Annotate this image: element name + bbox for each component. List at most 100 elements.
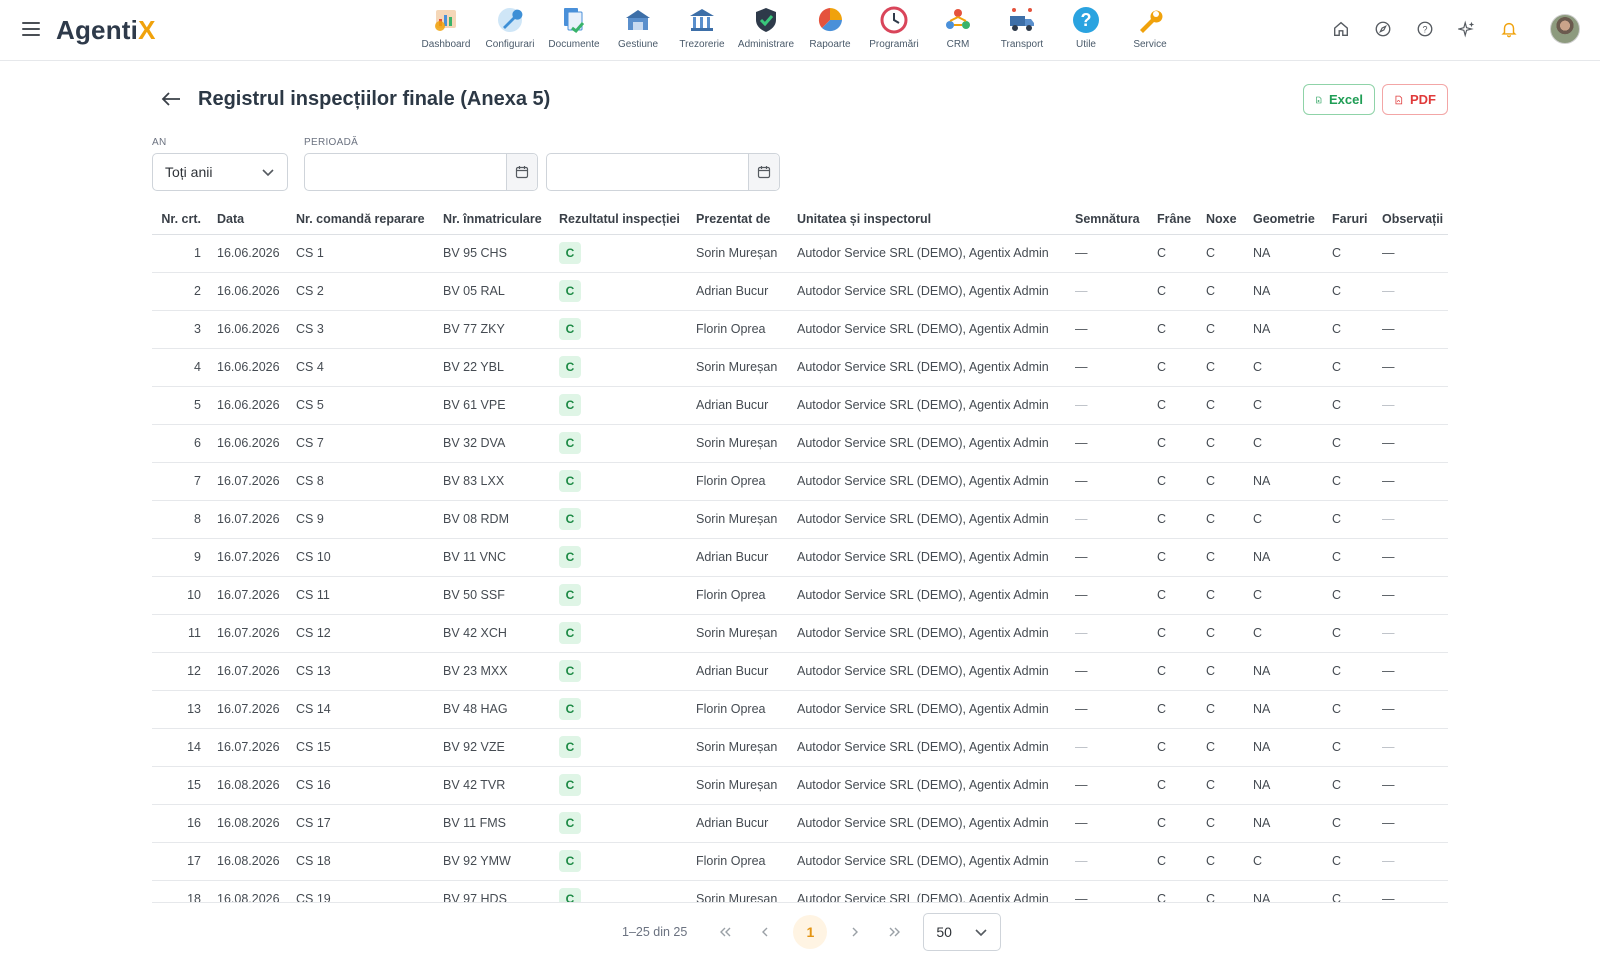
- module-utile[interactable]: ? Utile: [1054, 4, 1118, 60]
- table-row[interactable]: 7 16.07.2026 CS 8 BV 83 LXX C Florin Oprea Aut…: [152, 462, 1448, 501]
- module-documente[interactable]: Documente: [542, 4, 606, 60]
- row-number: 1: [152, 234, 207, 273]
- headlights-result: C: [1322, 538, 1372, 577]
- table-row[interactable]: 10 16.07.2026 CS 11 BV 50 SSF C Florin Oprea A…: [152, 576, 1448, 615]
- module-trezorerie[interactable]: Trezorerie: [670, 4, 734, 60]
- column-header[interactable]: Frâne: [1147, 205, 1196, 235]
- module-transport[interactable]: Transport: [990, 4, 1054, 60]
- result-badge: C: [559, 356, 581, 378]
- date-to-input[interactable]: [547, 154, 748, 190]
- inspection-date: 16.07.2026: [207, 576, 286, 615]
- column-header[interactable]: Data: [207, 205, 286, 235]
- column-header[interactable]: Nr. înmatriculare: [433, 205, 549, 235]
- notification-bell-icon[interactable]: [1498, 18, 1520, 40]
- sparkle-ai-icon[interactable]: [1456, 18, 1478, 40]
- app-logo[interactable]: AgentiX: [56, 15, 156, 46]
- column-header[interactable]: Semnătura: [1065, 205, 1147, 235]
- unit-and-inspector: Autodor Service SRL (DEMO), Agentix Admi…: [787, 728, 1065, 767]
- repair-order-number: CS 8: [286, 462, 433, 501]
- empty-value: —: [1382, 474, 1395, 488]
- empty-value: —: [1382, 246, 1395, 260]
- table-row[interactable]: 2 16.06.2026 CS 2 BV 05 RAL C Adrian Bucur Aut…: [152, 272, 1448, 311]
- plate-number: BV 11 FMS: [433, 804, 549, 843]
- user-avatar[interactable]: [1550, 14, 1580, 44]
- geometry-result: NA: [1243, 728, 1322, 767]
- row-number: 7: [152, 462, 207, 501]
- module-crm[interactable]: CRM: [926, 4, 990, 60]
- repair-order-number: CS 5: [286, 386, 433, 425]
- table-row[interactable]: 17 16.08.2026 CS 18 BV 92 YMW C Florin Oprea A…: [152, 842, 1448, 881]
- home-icon[interactable]: [1330, 18, 1352, 40]
- menu-icon[interactable]: [22, 22, 40, 36]
- module-rapoarte[interactable]: Rapoarte: [798, 4, 862, 60]
- module-configurari[interactable]: Configurari: [478, 4, 542, 60]
- current-page-button[interactable]: 1: [793, 915, 828, 949]
- export-pdf-button[interactable]: PDF: [1382, 84, 1448, 115]
- signature: —: [1065, 576, 1147, 615]
- compass-icon[interactable]: [1372, 18, 1394, 40]
- warehouse-icon: [626, 10, 650, 30]
- table-row[interactable]: 3 16.06.2026 CS 3 BV 77 ZKY C Florin Oprea Aut…: [152, 310, 1448, 349]
- headlights-result: C: [1322, 424, 1372, 463]
- plate-number: BV 92 VZE: [433, 728, 549, 767]
- column-header[interactable]: Nr. comandă reparare: [286, 205, 433, 235]
- calendar-icon[interactable]: [748, 154, 779, 190]
- table-row[interactable]: 18 16.08.2026 CS 19 BV 97 HDS C Sorin Mureșan…: [152, 880, 1448, 902]
- table-row[interactable]: 12 16.07.2026 CS 13 BV 23 MXX C Adrian Bucur A…: [152, 652, 1448, 691]
- inspection-date: 16.08.2026: [207, 766, 286, 805]
- inspection-date: 16.06.2026: [207, 348, 286, 387]
- table-row[interactable]: 4 16.06.2026 CS 4 BV 22 YBL C Sorin Mureșan Au…: [152, 348, 1448, 387]
- column-header[interactable]: Observații: [1372, 205, 1448, 235]
- period-filter-label: PERIOADĂ: [304, 137, 359, 148]
- observations: —: [1372, 576, 1448, 615]
- module-administrare[interactable]: Administrare: [734, 4, 798, 60]
- plate-number: BV 92 YMW: [433, 842, 549, 881]
- prev-page-icon[interactable]: [750, 917, 780, 947]
- emissions-result: C: [1196, 842, 1243, 881]
- empty-value: —: [1382, 854, 1395, 868]
- inspection-result: C: [549, 690, 686, 729]
- signature: —: [1065, 804, 1147, 843]
- pagination: 1–25 din 25 1 50: [622, 913, 1002, 951]
- presented-by: Sorin Mureșan: [686, 728, 787, 767]
- signature: —: [1065, 234, 1147, 273]
- date-from-input[interactable]: [305, 154, 506, 190]
- calendar-icon[interactable]: [506, 154, 537, 190]
- back-arrow-icon[interactable]: [160, 90, 182, 108]
- year-select[interactable]: Toți anii: [152, 153, 288, 191]
- next-page-icon[interactable]: [840, 917, 870, 947]
- table-row[interactable]: 11 16.07.2026 CS 12 BV 42 XCH C Sorin Mureșan…: [152, 614, 1448, 653]
- column-header[interactable]: Unitatea și inspectorul: [787, 205, 1065, 235]
- help-icon[interactable]: ?: [1414, 18, 1436, 40]
- table-row[interactable]: 15 16.08.2026 CS 16 BV 42 TVR C Sorin Mureșan…: [152, 766, 1448, 805]
- presented-by: Florin Oprea: [686, 462, 787, 501]
- result-badge: C: [559, 318, 581, 340]
- table-row[interactable]: 5 16.06.2026 CS 5 BV 61 VPE C Adrian Bucur Aut…: [152, 386, 1448, 425]
- first-page-icon[interactable]: [710, 917, 740, 947]
- export-excel-button[interactable]: Excel: [1303, 84, 1375, 115]
- module-gestiune[interactable]: Gestiune: [606, 4, 670, 60]
- module-service[interactable]: Service: [1118, 4, 1182, 60]
- last-page-icon[interactable]: [880, 917, 910, 947]
- table-row[interactable]: 1 16.06.2026 CS 1 BV 95 CHS C Sorin Mureșan Au…: [152, 234, 1448, 273]
- module-dashboard[interactable]: Dashboard: [414, 4, 478, 60]
- module-programari[interactable]: Programări: [862, 4, 926, 60]
- column-header[interactable]: Geometrie: [1243, 205, 1322, 235]
- table-row[interactable]: 8 16.07.2026 CS 9 BV 08 RDM C Sorin Mureșan Au…: [152, 500, 1448, 539]
- column-header[interactable]: Rezultatul inspecției: [549, 205, 686, 235]
- table-row[interactable]: 16 16.08.2026 CS 17 BV 11 FMS C Adrian Bucur A…: [152, 804, 1448, 843]
- table-row[interactable]: 13 16.07.2026 CS 14 BV 48 HAG C Florin Oprea A…: [152, 690, 1448, 729]
- empty-value: —: [1382, 322, 1395, 336]
- column-header[interactable]: Noxe: [1196, 205, 1243, 235]
- table-row[interactable]: 9 16.07.2026 CS 10 BV 11 VNC C Adrian Bucur Au…: [152, 538, 1448, 577]
- page-size-select[interactable]: 50: [923, 913, 1002, 951]
- empty-value: —: [1075, 550, 1088, 564]
- row-number: 10: [152, 576, 207, 615]
- column-header[interactable]: Nr. crt.: [152, 205, 207, 235]
- table-row[interactable]: 6 16.06.2026 CS 7 BV 32 DVA C Sorin Mureșan Au…: [152, 424, 1448, 463]
- table-row[interactable]: 14 16.07.2026 CS 15 BV 92 VZE C Sorin Mureșan…: [152, 728, 1448, 767]
- observations: —: [1372, 538, 1448, 577]
- column-header[interactable]: Prezentat de: [686, 205, 787, 235]
- column-header[interactable]: Faruri: [1322, 205, 1372, 235]
- signature: —: [1065, 538, 1147, 577]
